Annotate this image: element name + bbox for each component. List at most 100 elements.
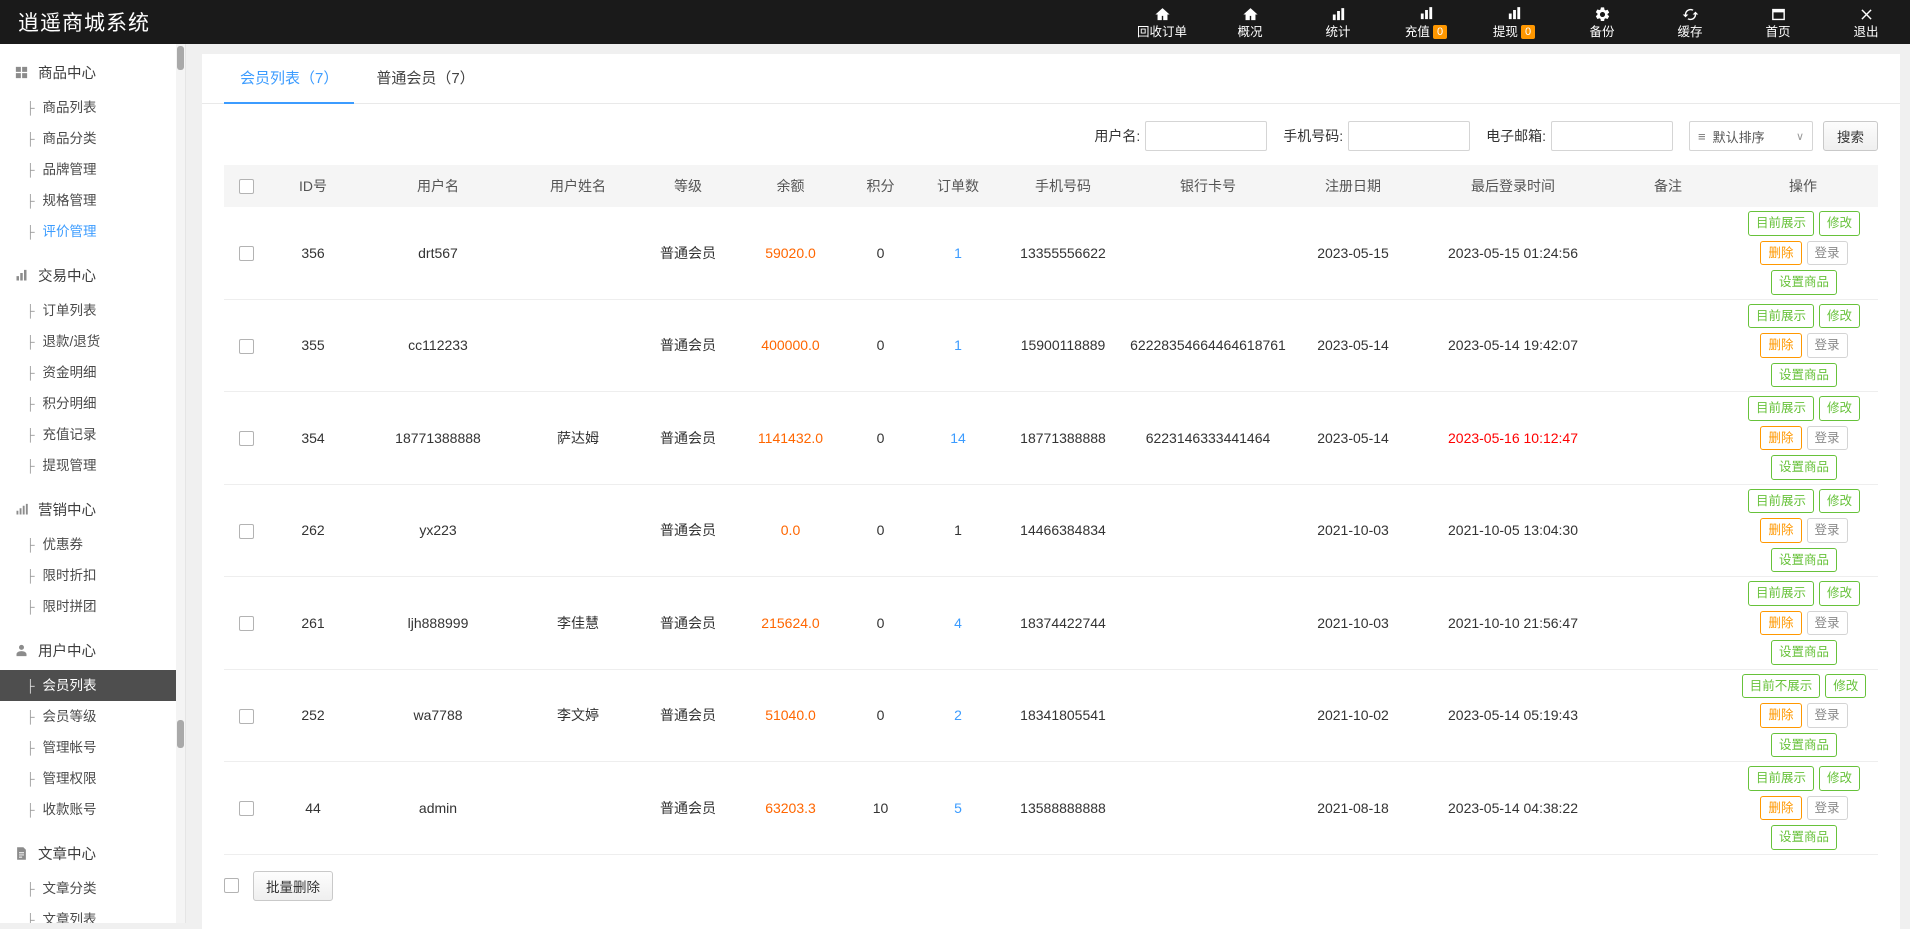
sidebar-item-coupons[interactable]: ├ 优惠券 — [0, 529, 185, 560]
sidebar-item-payment-accounts[interactable]: ├ 收款账号 — [0, 794, 185, 825]
member-username: yx223 — [358, 484, 518, 577]
set-product-button[interactable]: 设置商品 — [1770, 362, 1837, 387]
display-status-button[interactable]: 目前展示 — [1747, 303, 1814, 328]
sort-select[interactable]: ≡ 默认排序 ∨ — [1689, 121, 1813, 151]
scrollbar-thumb[interactable] — [177, 720, 184, 748]
select-all-checkbox[interactable] — [238, 179, 254, 195]
modify-button[interactable]: 修改 — [1825, 673, 1867, 698]
sidebar-item-fund-details[interactable]: ├ 资金明细 — [0, 357, 185, 388]
modify-button[interactable]: 修改 — [1819, 396, 1861, 421]
sidebar-item-member-levels[interactable]: ├ 会员等级 — [0, 701, 185, 732]
nav-item-logout[interactable]: 退出 — [1822, 0, 1910, 44]
sidebar-item-group-buy[interactable]: ├ 限时拼团 — [0, 591, 185, 622]
set-product-button[interactable]: 设置商品 — [1770, 455, 1837, 480]
sidebar-item-admin-accounts[interactable]: ├ 管理帐号 — [0, 732, 185, 763]
set-product-button[interactable]: 设置商品 — [1770, 640, 1837, 665]
sidebar-item-brand-management[interactable]: ├ 品牌管理 — [0, 154, 185, 185]
row-checkbox[interactable] — [238, 801, 254, 817]
cache-icon — [1682, 6, 1699, 23]
nav-item-overview[interactable]: 概况 — [1206, 0, 1294, 44]
delete-button[interactable]: 删除 — [1760, 425, 1802, 450]
set-product-button[interactable]: 设置商品 — [1770, 732, 1837, 757]
nav-item-cache[interactable]: 缓存 — [1646, 0, 1734, 44]
sidebar-item-article-categories[interactable]: ├ 文章分类 — [0, 873, 185, 904]
scrollbar-thumb[interactable] — [177, 46, 184, 70]
branch-icon: ├ — [26, 882, 35, 896]
row-checkbox[interactable] — [238, 246, 254, 262]
delete-button[interactable]: 删除 — [1760, 703, 1802, 728]
display-status-button[interactable]: 目前展示 — [1747, 581, 1814, 606]
login-button[interactable]: 登录 — [1806, 425, 1848, 450]
row-checkbox[interactable] — [238, 431, 254, 447]
delete-button[interactable]: 删除 — [1760, 518, 1802, 543]
login-button[interactable]: 登录 — [1806, 795, 1848, 820]
username-input[interactable] — [1145, 121, 1268, 151]
display-status-button[interactable]: 目前展示 — [1747, 488, 1814, 513]
nav-item-stats[interactable]: 统计 — [1294, 0, 1382, 44]
row-checkbox[interactable] — [238, 708, 254, 724]
login-button[interactable]: 登录 — [1806, 703, 1848, 728]
display-status-button[interactable]: 目前展示 — [1747, 766, 1814, 791]
sidebar-item-order-list[interactable]: ├ 订单列表 — [0, 295, 185, 326]
sidebar-item-product-list[interactable]: ├ 商品列表 — [0, 92, 185, 123]
member-orders-link[interactable]: 4 — [918, 576, 998, 670]
nav-item-home[interactable]: 首页 — [1734, 0, 1822, 44]
sidebar-item-flash-discount[interactable]: ├ 限时折扣 — [0, 560, 185, 591]
modify-button[interactable]: 修改 — [1819, 488, 1861, 513]
tab-member-list[interactable]: 会员列表（7） — [224, 56, 355, 104]
sidebar-item-recharge-records[interactable]: ├ 充值记录 — [0, 419, 185, 450]
row-checkbox[interactable] — [238, 338, 254, 354]
column-header-10: 注册日期 — [1288, 165, 1418, 207]
member-last-login: 2021-10-10 21:56:47 — [1418, 576, 1608, 670]
login-button[interactable]: 登录 — [1806, 518, 1848, 543]
member-orders-link[interactable]: 1 — [918, 299, 998, 392]
sidebar-item-points-details[interactable]: ├ 积分明细 — [0, 388, 185, 419]
search-button[interactable]: 搜索 — [1823, 121, 1878, 151]
sidebar-item-spec-management[interactable]: ├ 规格管理 — [0, 185, 185, 216]
batch-delete-button[interactable]: 批量删除 — [253, 870, 333, 901]
sidebar-item-product-categories[interactable]: ├ 商品分类 — [0, 123, 185, 154]
display-status-button[interactable]: 目前不展示 — [1741, 673, 1821, 698]
modify-button[interactable]: 修改 — [1819, 211, 1861, 236]
delete-button[interactable]: 删除 — [1760, 610, 1802, 635]
member-bank-card: 6223146333441464 — [1128, 391, 1288, 485]
batch-select-checkbox[interactable] — [224, 878, 239, 893]
member-orders-link[interactable]: 14 — [918, 391, 998, 485]
delete-button[interactable]: 删除 — [1760, 795, 1802, 820]
row-checkbox[interactable] — [238, 616, 254, 632]
sidebar-item-article-list[interactable]: ├ 文章列表 — [0, 904, 185, 923]
sidebar-item-withdraw-management[interactable]: ├ 提现管理 — [0, 450, 185, 481]
display-status-button[interactable]: 目前展示 — [1747, 396, 1814, 421]
email-input[interactable] — [1551, 121, 1673, 151]
sidebar-scrollbar[interactable] — [176, 44, 185, 923]
sidebar-item-review-management[interactable]: ├ 评价管理 — [0, 216, 185, 247]
nav-item-withdraw[interactable]: 提现 0 — [1470, 0, 1558, 44]
sidebar-item-refund-return[interactable]: ├ 退款/退货 — [0, 326, 185, 357]
member-orders-link[interactable]: 1 — [918, 207, 998, 300]
nav-item-recycle-orders[interactable]: 回收订单 — [1118, 0, 1206, 44]
sidebar-item-member-list[interactable]: ├ 会员列表 — [0, 670, 185, 701]
login-button[interactable]: 登录 — [1806, 333, 1848, 358]
login-button[interactable]: 登录 — [1806, 610, 1848, 635]
set-product-button[interactable]: 设置商品 — [1770, 270, 1837, 295]
member-orders-link[interactable]: 2 — [918, 669, 998, 762]
modify-button[interactable]: 修改 — [1819, 581, 1861, 606]
display-status-button[interactable]: 目前展示 — [1747, 211, 1814, 236]
sidebar-item-admin-permissions[interactable]: ├ 管理权限 — [0, 763, 185, 794]
nav-item-recharge[interactable]: 充值 0 — [1382, 0, 1470, 44]
nav-item-backup[interactable]: 备份 — [1558, 0, 1646, 44]
phone-input[interactable] — [1348, 121, 1471, 151]
login-button[interactable]: 登录 — [1806, 240, 1848, 265]
member-orders-link[interactable]: 1 — [918, 484, 998, 577]
delete-button[interactable]: 删除 — [1760, 333, 1802, 358]
delete-button[interactable]: 删除 — [1760, 240, 1802, 265]
row-checkbox[interactable] — [238, 523, 254, 539]
member-orders-link[interactable]: 5 — [918, 761, 998, 855]
set-product-button[interactable]: 设置商品 — [1770, 825, 1837, 850]
modify-button[interactable]: 修改 — [1819, 766, 1861, 791]
modify-button[interactable]: 修改 — [1819, 303, 1861, 328]
set-product-button[interactable]: 设置商品 — [1770, 547, 1837, 572]
tab-normal-members[interactable]: 普通会员（7） — [360, 56, 490, 104]
member-phone: 14466384834 — [998, 484, 1128, 577]
branch-icon: ├ — [26, 772, 35, 786]
